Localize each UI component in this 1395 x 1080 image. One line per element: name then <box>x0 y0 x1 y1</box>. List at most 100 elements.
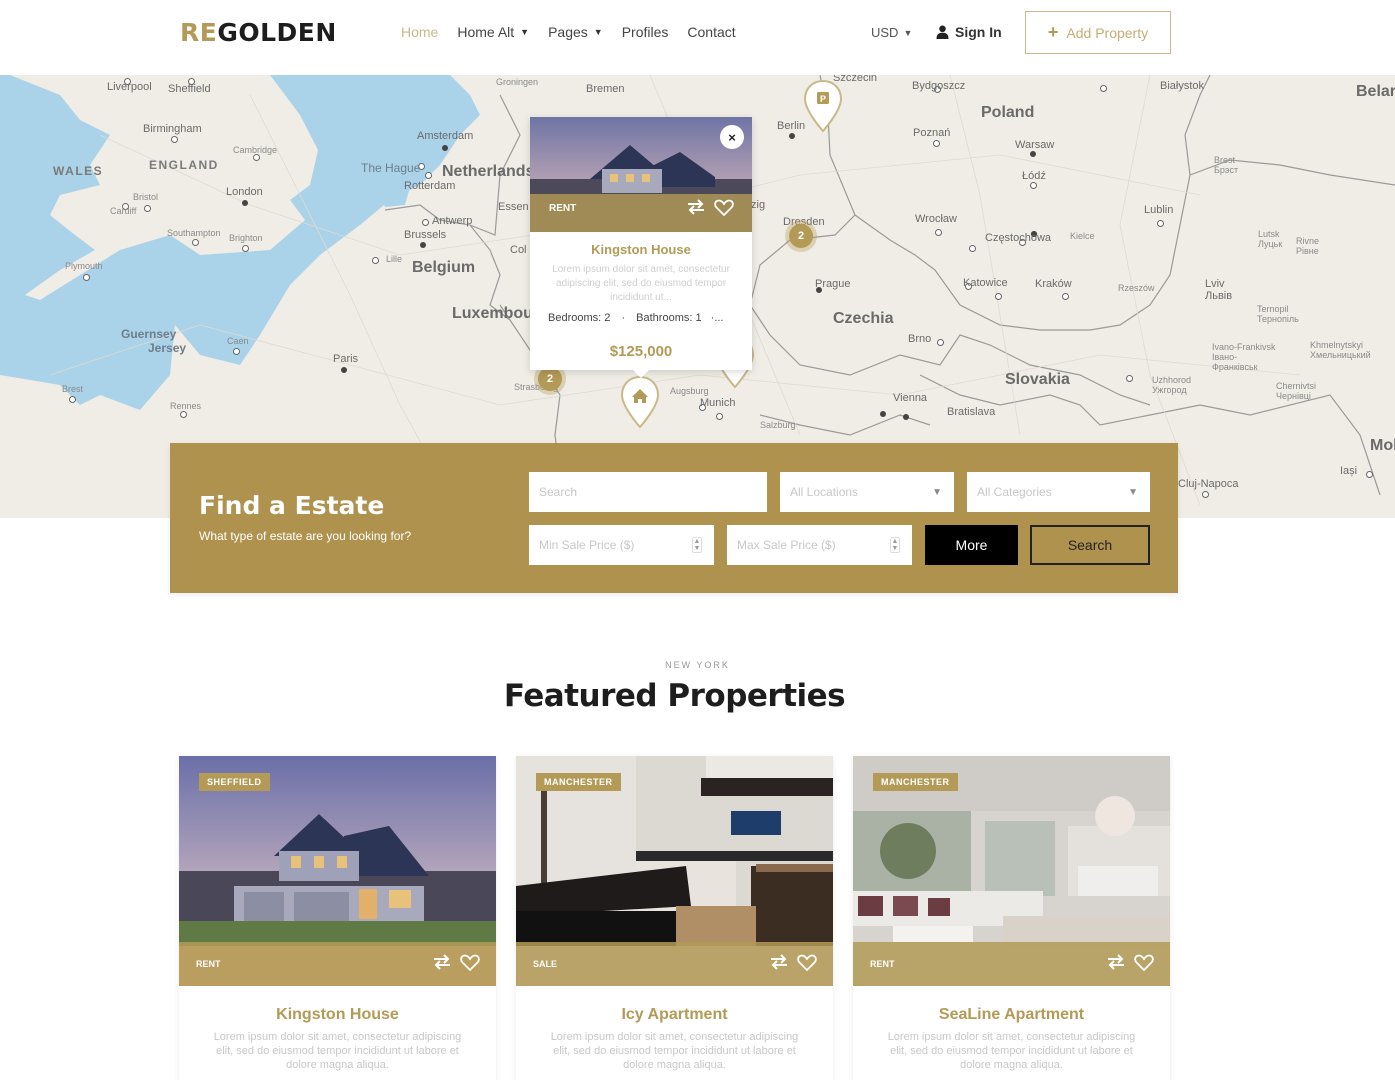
heart-icon[interactable] <box>714 199 734 217</box>
property-title[interactable]: SeaLine Apartment <box>853 1006 1170 1024</box>
separator: · <box>621 312 626 324</box>
locations-select[interactable]: All Locations ▼ <box>780 472 954 512</box>
map-city-marker <box>880 411 886 417</box>
map-city-marker <box>242 200 248 206</box>
listing-type-badge: RENT <box>196 959 221 969</box>
compare-icon[interactable] <box>432 954 452 970</box>
site-header: REGOLDEN Home Home Alt ▼ Pages ▼ Profiles … <box>0 0 1395 75</box>
heart-icon[interactable] <box>1134 954 1154 972</box>
map-label: Uzhhorod Ужгород <box>1152 375 1192 395</box>
card-actions <box>432 954 480 972</box>
logo[interactable]: REGOLDEN <box>180 18 337 47</box>
map-label: Kielce <box>1070 231 1095 241</box>
search-button[interactable]: Search <box>1030 525 1150 565</box>
map-label: Slovakia <box>1005 371 1070 388</box>
bedrooms: Bedrooms: 2 <box>548 312 611 324</box>
property-title[interactable]: Kingston House <box>179 1006 496 1024</box>
location-badge: SHEFFIELD <box>199 773 270 791</box>
map-pin-parking[interactable]: P <box>803 79 843 135</box>
map-label: Katowice <box>963 277 1008 289</box>
nav-item-pages[interactable]: Pages ▼ <box>548 24 603 40</box>
property-card[interactable]: MANCHESTER SALE Icy Apartment Lorem ipsu… <box>516 756 833 1080</box>
map-cluster-marker[interactable]: 2 <box>789 224 813 248</box>
add-property-button[interactable]: + Add Property <box>1025 11 1171 54</box>
map-label: Lille <box>386 254 403 264</box>
map-city-marker <box>1100 85 1107 92</box>
map-label: Poznań <box>913 127 951 139</box>
map-label: Bristol <box>133 192 159 202</box>
map-label: Lutsk Луцьк <box>1258 229 1283 249</box>
map-pin-home[interactable] <box>620 375 660 431</box>
search-panel-title: Find a Estate <box>199 491 385 520</box>
map-label: Poland <box>981 104 1035 121</box>
property-card[interactable]: SHEFFIELD RENT Kingston House Lorem ipsu… <box>179 756 496 1080</box>
compare-icon[interactable] <box>769 954 789 970</box>
nav-item-contact[interactable]: Contact <box>687 24 735 40</box>
map-city-marker <box>995 293 1002 300</box>
popup-pointer <box>632 369 650 378</box>
map-city-marker <box>1062 293 1069 300</box>
map-label: Antwerp <box>432 215 473 227</box>
number-stepper-icon[interactable]: ▲ ▼ <box>692 537 702 553</box>
map-label: Guernsey <box>121 327 177 341</box>
map-city-marker <box>420 242 426 248</box>
chevron-down-icon: ▼ <box>932 486 942 498</box>
min-price-input[interactable]: Min Sale Price ($) ▲ ▼ <box>529 525 714 565</box>
map-label: Cardiff <box>110 206 137 216</box>
property-title[interactable]: Icy Apartment <box>516 1006 833 1024</box>
compare-icon[interactable] <box>1106 954 1126 970</box>
plus-icon: + <box>1047 22 1059 42</box>
currency-select[interactable]: USD ▼ <box>871 25 912 40</box>
user-icon <box>936 25 949 39</box>
map-label: Khmelnytskyi Хмельницький <box>1310 340 1371 360</box>
map-city-marker <box>903 414 909 420</box>
map-property-popup[interactable]: RENT × Kingston House Lorem ipsum dolor … <box>530 117 752 370</box>
map-label: Brest Брэст <box>1214 155 1239 175</box>
map-label: Lviv Львів <box>1205 278 1233 302</box>
map-city-marker <box>180 411 187 418</box>
map-label: Kraków <box>1035 278 1072 290</box>
map-label: Liverpool <box>107 81 152 93</box>
heart-icon[interactable] <box>460 954 480 972</box>
map-label: zig <box>751 199 766 211</box>
compare-icon[interactable] <box>686 199 706 215</box>
map-city-marker <box>935 229 942 236</box>
listing-type-badge: RENT <box>870 959 895 969</box>
number-stepper-icon[interactable]: ▲ ▼ <box>890 537 900 553</box>
sign-in-link[interactable]: Sign In <box>936 24 1002 40</box>
property-card[interactable]: MANCHESTER RENT SeaLine Apartment Lorem … <box>853 756 1170 1080</box>
map-city-marker <box>372 257 379 264</box>
property-description: Lorem ipsum dolor sit amet, consectetur … <box>550 1031 799 1071</box>
map-city-marker <box>253 154 260 161</box>
listing-type-badge: RENT <box>549 203 577 214</box>
map-label: Belgium <box>412 259 476 276</box>
more-filters-button[interactable]: More <box>925 525 1018 565</box>
map-label: Groningen <box>496 77 539 87</box>
close-icon[interactable]: × <box>720 125 744 149</box>
categories-select[interactable]: All Categories ▼ <box>967 472 1150 512</box>
map-label: Ternopil Тернопіль <box>1257 304 1299 324</box>
nav-item-home-alt[interactable]: Home Alt ▼ <box>457 24 529 40</box>
chevron-down-icon: ▼ <box>903 27 913 38</box>
nav-item-home[interactable]: Home <box>401 24 438 40</box>
chevron-down-icon: ▼ <box>520 27 530 37</box>
search-input[interactable]: Search <box>529 472 767 512</box>
map-label: Caen <box>227 336 249 346</box>
map-label: Sheffield <box>168 83 211 95</box>
map-label: Łódź <box>1022 170 1046 182</box>
map-city-marker <box>192 239 199 246</box>
max-price-input[interactable]: Max Sale Price ($) ▲ ▼ <box>727 525 912 565</box>
map-label: The Hague <box>361 161 421 175</box>
property-description: Lorem ipsum dolor sit amet, consectetur … <box>552 264 730 303</box>
heart-icon[interactable] <box>797 954 817 972</box>
map-label: Rennes <box>170 401 202 411</box>
map-label: Czechia <box>833 310 894 327</box>
map-cluster-marker[interactable]: 2 <box>538 367 562 391</box>
map-label: Chernivtsi Чернівці <box>1276 381 1317 401</box>
property-title[interactable]: Kingston House <box>530 242 752 257</box>
map-city-marker <box>1157 220 1164 227</box>
nav-item-profiles[interactable]: Profiles <box>622 24 669 40</box>
map-label: Plymouth <box>65 261 103 271</box>
map-label: Essen <box>498 201 529 213</box>
parking-icon: P <box>820 94 826 104</box>
